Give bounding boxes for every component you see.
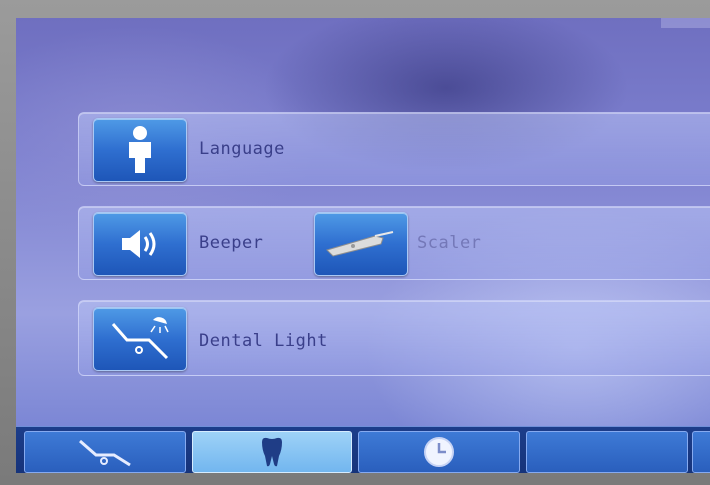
scaler-handpiece-icon xyxy=(326,231,394,257)
language-label: Language xyxy=(199,139,285,159)
tab-tooth[interactable] xyxy=(192,431,352,473)
touch-screen: Language Beeper Scaler Dental Light xyxy=(16,18,710,473)
settings-row-light: Dental Light xyxy=(78,300,710,376)
dental-chair-icon xyxy=(79,439,131,467)
language-button[interactable] xyxy=(93,118,187,182)
dental-light-label: Dental Light xyxy=(199,331,328,351)
settings-row-sound: Beeper Scaler xyxy=(78,206,710,280)
tab-partial[interactable] xyxy=(692,431,710,473)
tooth-icon xyxy=(262,437,282,467)
beeper-label: Beeper xyxy=(199,233,264,253)
scaler-button[interactable] xyxy=(314,212,408,276)
clock-icon xyxy=(424,437,454,467)
dental-chair-light-icon xyxy=(111,317,169,360)
bottom-nav-bar xyxy=(16,426,710,473)
speaker-icon xyxy=(122,230,156,258)
tab-timer[interactable] xyxy=(358,431,520,473)
person-icon xyxy=(129,126,151,173)
tab-blank[interactable] xyxy=(526,431,688,473)
tab-chair[interactable] xyxy=(24,431,186,473)
status-strip xyxy=(661,18,710,28)
dental-light-button[interactable] xyxy=(93,307,187,371)
scaler-label: Scaler xyxy=(417,233,482,253)
beeper-button[interactable] xyxy=(93,212,187,276)
settings-row-language: Language xyxy=(78,112,710,186)
